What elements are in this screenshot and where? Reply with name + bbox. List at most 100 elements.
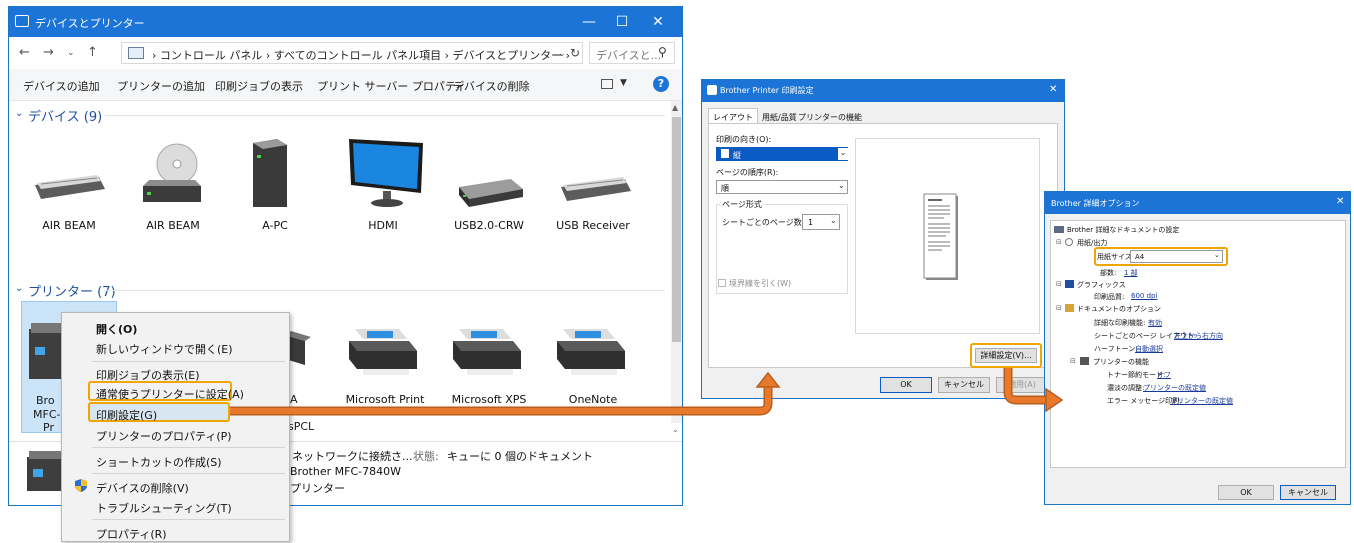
breadcrumb[interactable]: › コントロール パネル › すべてのコントロール パネル項目 › デバイスとプ…	[152, 47, 570, 63]
printer-icon[interactable]	[449, 325, 525, 381]
density-value[interactable]: プリンターの既定値	[1143, 383, 1206, 393]
menu-item-open[interactable]: 開く(O)	[96, 321, 137, 337]
title-bar[interactable]: Brother Printer 印刷設定 ✕	[702, 80, 1064, 102]
page-order-value: 順	[721, 184, 729, 193]
tree-root-label[interactable]: Brother 詳細なドキュメントの設定	[1067, 225, 1179, 235]
search-input[interactable]: デバイスと...	[596, 47, 661, 63]
address-dropdown-icon[interactable]: ⌄	[558, 49, 566, 59]
address-bar[interactable]: › コントロール パネル › すべてのコントロール パネル項目 › デバイスとプ…	[121, 42, 583, 64]
portrait-icon	[721, 149, 729, 158]
print-server-properties-button[interactable]: プリント サーバー プロパティ	[317, 78, 466, 94]
close-icon[interactable]: ✕	[1049, 84, 1057, 95]
halftone-value[interactable]: 自動選択	[1135, 344, 1163, 354]
help-icon[interactable]: ?	[653, 76, 669, 92]
printer-icon	[707, 85, 717, 95]
back-arrow-icon[interactable]: ←	[19, 45, 30, 60]
ok-button[interactable]: OK	[880, 377, 932, 393]
advanced-print-value[interactable]: 有効	[1148, 318, 1162, 328]
chevron-down-icon[interactable]: ⌄	[1214, 251, 1220, 259]
menu-item-printer-properties[interactable]: プリンターのプロパティ(P)	[96, 428, 232, 444]
error-print-value[interactable]: プリンターの既定値	[1170, 396, 1233, 406]
border-checkbox[interactable]	[718, 279, 726, 287]
queue-status: キューに 0 個のドキュメント	[447, 450, 593, 463]
print-quality-value[interactable]: 600 dpi	[1131, 292, 1157, 300]
close-button[interactable]: ✕	[635, 7, 681, 37]
printers-section-title[interactable]: プリンター (7)	[28, 281, 116, 300]
menu-item-open-new-window[interactable]: 新しいウィンドウで開く(E)	[96, 341, 233, 357]
devices-section-title[interactable]: デバイス (9)	[28, 106, 102, 125]
forward-arrow-icon[interactable]: →	[43, 45, 54, 60]
title-bar[interactable]: デバイスとプリンター — ☐ ✕	[9, 7, 682, 37]
paper-size-value: A4	[1135, 253, 1145, 261]
close-icon[interactable]: ✕	[1336, 196, 1344, 207]
ok-button[interactable]: OK	[1218, 485, 1274, 500]
collapse-chevron-icon[interactable]: ⌄	[15, 283, 23, 294]
add-device-button[interactable]: デバイスの追加	[23, 78, 100, 94]
computer-tower-icon[interactable]	[247, 137, 291, 209]
keyboard-icon-2[interactable]	[553, 169, 633, 209]
advanced-button[interactable]: 詳細設定(V)...	[975, 348, 1037, 363]
title-bar[interactable]: Brother 詳細オプション ✕	[1045, 192, 1350, 214]
view-options-icon[interactable]	[601, 79, 613, 89]
tree-collapse-icon[interactable]: ⊟	[1056, 280, 1062, 288]
page-layout-value[interactable]: 左上から右方向	[1174, 331, 1223, 341]
printer-icon[interactable]	[553, 325, 629, 381]
printer-features-icon	[1080, 357, 1089, 365]
card-reader-icon[interactable]	[451, 173, 531, 209]
device-label: AIR BEAM	[42, 219, 96, 232]
dialog-title: Brother 詳細オプション	[1051, 199, 1140, 208]
search-icon[interactable]: ⚲	[658, 45, 667, 59]
remove-device-button[interactable]: デバイスの削除	[453, 78, 530, 94]
up-arrow-icon[interactable]: ↑	[87, 45, 98, 60]
chevron-down-icon[interactable]: ⌄	[838, 148, 848, 160]
chevron-down-icon[interactable]: ⌄	[830, 216, 837, 225]
menu-item-create-shortcut[interactable]: ショートカットの作成(S)	[96, 454, 222, 470]
pages-per-sheet-select[interactable]: 1 ⌄	[802, 214, 840, 230]
scroll-down-icon[interactable]: ⌄	[672, 425, 679, 434]
recent-chevron-icon[interactable]: ⌄	[67, 48, 75, 58]
tree-document-options[interactable]: ドキュメントのオプション	[1077, 304, 1161, 314]
chevron-down-icon[interactable]: ⌄	[838, 181, 845, 190]
tree-collapse-icon[interactable]: ⊟	[1056, 304, 1062, 312]
section-divider	[105, 290, 665, 291]
cancel-button[interactable]: キャンセル	[1280, 485, 1336, 500]
menu-item-printing-preferences[interactable]: 印刷設定(G)	[96, 407, 157, 423]
optical-drive-icon[interactable]	[131, 142, 211, 207]
page-preview-icon	[923, 193, 958, 280]
page-order-select[interactable]: 順 ⌄	[716, 180, 848, 194]
halftone-label: ハーフトーン:	[1094, 345, 1138, 353]
toner-save-value[interactable]: オフ	[1157, 370, 1171, 380]
tree-collapse-icon[interactable]: ⊟	[1070, 357, 1076, 365]
dialog-title: Brother Printer 印刷設定	[720, 86, 814, 95]
tab-layout[interactable]: レイアウト	[713, 112, 753, 123]
network-status: ネットワークに接続さ...	[292, 450, 413, 463]
printer-icon[interactable]	[345, 325, 421, 381]
menu-item-properties[interactable]: プロパティ(R)	[96, 526, 167, 542]
apply-button[interactable]: 適用(A)	[996, 377, 1048, 393]
menu-item-remove-device[interactable]: デバイスの削除(V)	[96, 480, 189, 496]
tree-graphics[interactable]: グラフィックス	[1077, 280, 1126, 290]
paper-size-select[interactable]: A4 ⌄	[1130, 250, 1223, 263]
printer-label-partial: A	[290, 393, 298, 406]
document-settings-icon	[1054, 226, 1064, 233]
tree-printer-features[interactable]: プリンターの機能	[1093, 357, 1149, 367]
orientation-select[interactable]: 縦 ⌄	[716, 147, 848, 161]
copies-value[interactable]: 1 部	[1124, 268, 1138, 278]
monitor-icon[interactable]	[343, 135, 433, 210]
scroll-up-icon[interactable]: ▲	[672, 103, 678, 112]
collapse-chevron-icon[interactable]: ⌄	[15, 108, 23, 119]
menu-item-troubleshoot[interactable]: トラブルシューティング(T)	[96, 500, 232, 516]
view-dropdown-icon[interactable]: ▼	[620, 78, 627, 88]
tab-printer-features[interactable]: プリンターの機能	[798, 112, 862, 123]
scrollbar-thumb[interactable]	[672, 117, 681, 342]
menu-item-set-default-printer[interactable]: 通常使うプリンターに設定(A)	[96, 386, 244, 402]
keyboard-icon[interactable]	[27, 167, 107, 207]
tab-paper-quality[interactable]: 用紙/品質	[762, 112, 797, 123]
cancel-button[interactable]: キャンセル	[938, 377, 990, 393]
view-print-jobs-button[interactable]: 印刷ジョブの表示	[215, 78, 303, 94]
search-box[interactable]: デバイスと... ⚲	[589, 42, 675, 64]
device-label: USB Receiver	[556, 219, 630, 232]
tree-collapse-icon[interactable]: ⊟	[1056, 238, 1062, 246]
add-printer-button[interactable]: プリンターの追加	[117, 78, 205, 94]
refresh-icon[interactable]: ↻	[570, 46, 580, 60]
